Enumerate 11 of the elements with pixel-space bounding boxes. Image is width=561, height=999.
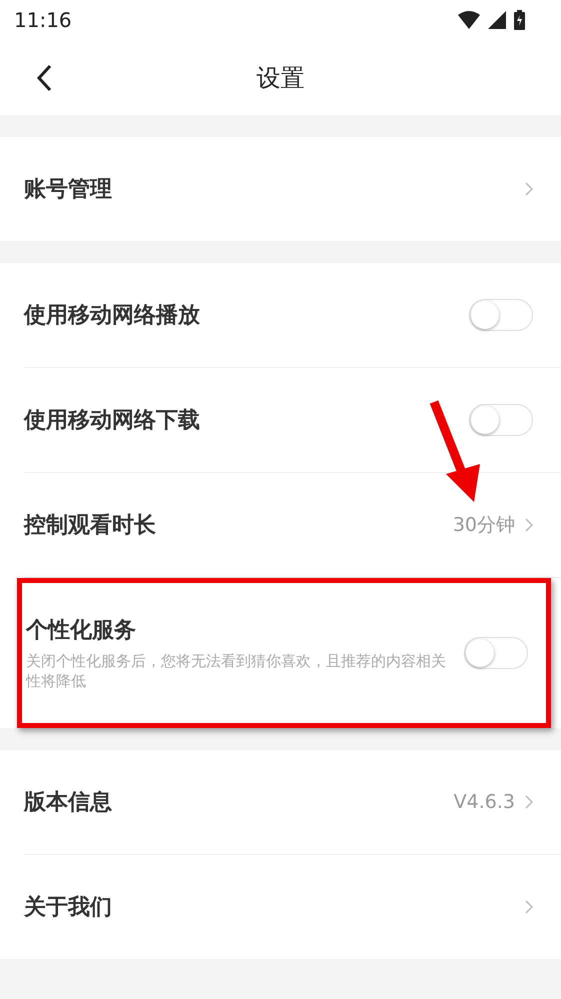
setting-label[interactable]: 版本信息 [24,787,444,817]
setting-label[interactable]: 使用移动网络播放 [24,300,459,330]
setting-label[interactable]: 个性化服务 [26,614,454,645]
setting-label[interactable]: 使用移动网络下载 [24,405,459,435]
page-title: 设置 [256,62,304,94]
setting-label[interactable]: 关于我们 [24,892,515,922]
setting-description: 关闭个性化服务后，您将无法看到猜你喜欢，且推荐的内容相关性将降低 [26,650,447,692]
setting-value: 30分钟 [452,513,515,538]
status-time: 11:16 [14,8,72,32]
setting-value: V4.6.3 [454,791,515,813]
setting-label[interactable]: 控制观看时长 [24,510,443,540]
